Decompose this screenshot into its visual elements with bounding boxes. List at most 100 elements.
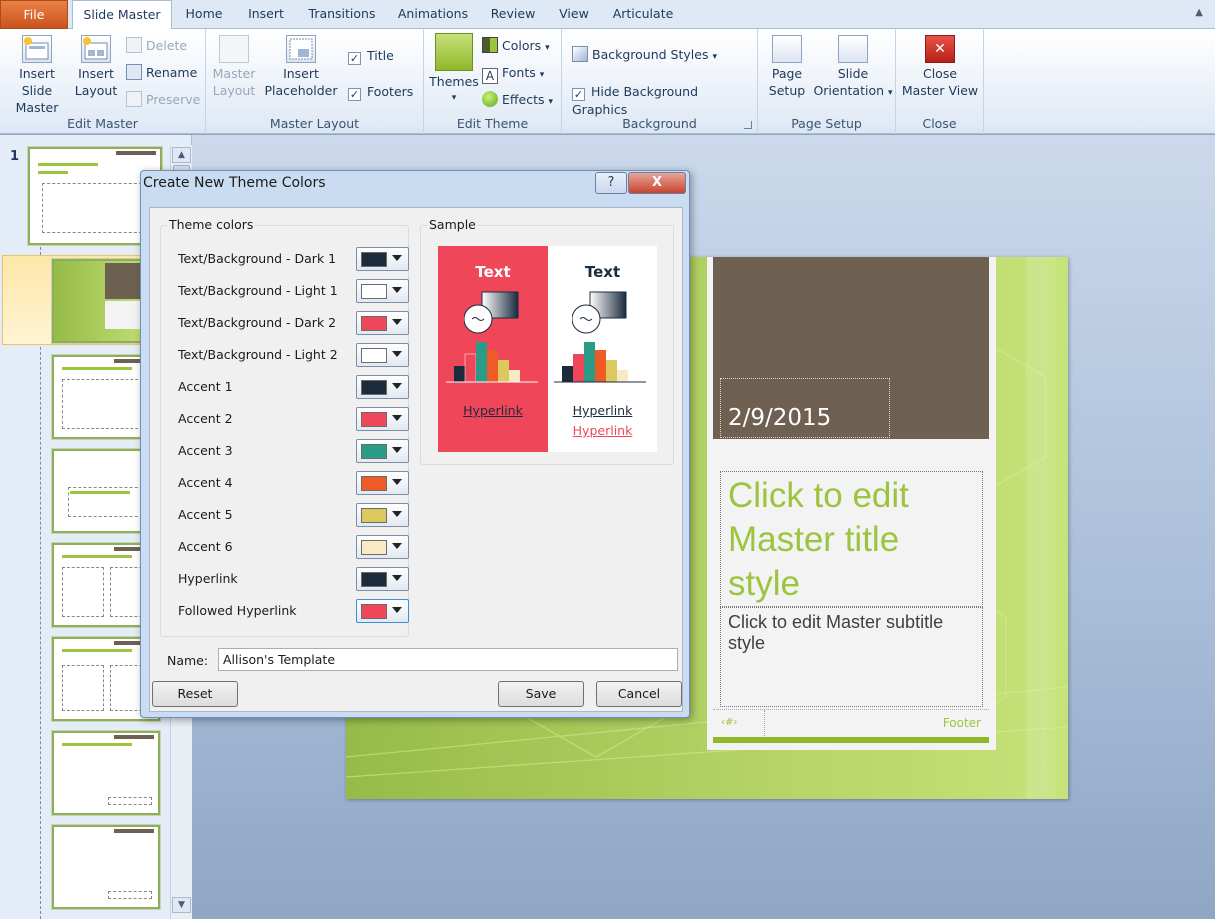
thumbnail-layout-7[interactable] [52,825,160,909]
color-row-label: Accent 4 [178,475,233,490]
colors-button[interactable]: Colors ▾ [482,37,550,57]
color-row: Text/Background - Light 2 [178,343,409,367]
insert-placeholder-label-1: Insert [283,66,319,81]
page-setup-label-2: Setup [768,83,806,98]
color-picker-button[interactable] [356,439,409,463]
close-master-view-button[interactable]: ✕ Close Master View [900,35,980,99]
dropdown-arrow-icon [392,543,402,549]
group-label-close: Close [922,116,957,131]
background-styles-icon [572,46,588,62]
close-master-view-icon: ✕ [925,35,955,63]
tab-view[interactable]: View [552,0,596,29]
color-picker-button[interactable] [356,535,409,559]
color-picker-button[interactable] [356,247,409,271]
group-label-master-layout: Master Layout [269,116,360,131]
color-row-label: Accent 2 [178,411,233,426]
color-row: Accent 1 [178,375,409,399]
close-label-1: Close [922,66,958,81]
sample-dark-panel: Text Hyperlink [438,246,548,452]
insert-placeholder-button[interactable]: Insert Placeholder [262,35,340,99]
color-picker-button[interactable] [356,311,409,335]
fonts-button[interactable]: A Fonts ▾ [482,64,544,84]
themes-label: Themes [429,74,479,89]
scroll-down-icon[interactable]: ▼ [172,897,191,913]
color-picker-button[interactable] [356,407,409,431]
tab-animations[interactable]: Animations [392,0,474,29]
rename-label: Rename [146,65,198,80]
delete-button[interactable]: Delete [126,37,187,54]
themes-button[interactable]: Themes ▾ [428,33,480,107]
page-number-placeholder[interactable]: ‹#› [713,710,765,738]
hide-background-graphics-checkbox[interactable]: ✓ Hide Background Graphics [572,83,757,118]
cancel-button[interactable]: Cancel [596,681,682,707]
title-checkbox[interactable]: ✓ Title [348,47,394,65]
color-picker-button[interactable] [356,503,409,527]
insert-placeholder-icon [286,35,316,63]
preserve-button[interactable]: Preserve [126,91,200,108]
background-styles-button[interactable]: Background Styles ▾ [572,46,717,66]
ribbon: Insert Slide Master Insert Layout Delete… [0,29,1215,134]
rename-button[interactable]: Rename [126,64,197,81]
minimize-ribbon-icon[interactable]: ▲ [1195,7,1203,18]
color-row: Text/Background - Light 1 [178,279,409,303]
name-input[interactable] [218,648,678,671]
group-label-background: Background [622,116,697,131]
footer-placeholder[interactable]: Footer [943,716,981,730]
hide-bg-check-icon: ✓ [572,88,585,101]
dropdown-arrow-icon [392,415,402,421]
color-row: Accent 4 [178,471,409,495]
color-picker-button[interactable] [356,375,409,399]
thumb-line [38,163,98,166]
slide-number: 1 [10,149,20,164]
thumb-box [108,797,152,805]
help-button[interactable]: ? [595,172,627,194]
theme-colors-group: Theme colors Text/Background - Dark 1 Tex… [160,217,409,637]
tab-articulate[interactable]: Articulate [606,0,680,29]
tab-slide-master[interactable]: Slide Master [72,0,172,30]
dialog-title: Create New Theme Colors [143,175,326,191]
dialog-launcher-icon[interactable] [744,121,752,129]
insert-layout-button[interactable]: Insert Layout [74,35,118,99]
color-row-label: Accent 5 [178,507,233,522]
color-picker-button[interactable] [356,471,409,495]
dialog-close-button[interactable]: X [628,172,686,194]
color-picker-button[interactable] [356,343,409,367]
reset-button[interactable]: Reset [152,681,238,707]
thumbnail-layout-6[interactable] [52,731,160,815]
tab-file[interactable]: File [0,0,68,29]
slide-orientation-button[interactable]: Slide Orientation ▾ [812,35,894,102]
sample-label: Sample [427,217,478,232]
page-setup-button[interactable]: Page Setup [764,35,810,99]
title-line-3: style [728,564,800,603]
group-label-edit-theme: Edit Theme [456,116,529,131]
effects-button[interactable]: Effects ▾ [482,91,553,111]
tab-home[interactable]: Home [178,0,230,29]
title-placeholder[interactable]: Click to edit Master title style [720,471,983,607]
master-layout-label-2: Layout [212,83,256,98]
color-picker-button[interactable] [356,567,409,591]
scroll-up-icon[interactable]: ▲ [172,147,191,163]
group-master-layout: Master Layout Insert Placeholder ✓ Title … [206,29,424,134]
page-setup-icon [772,35,802,63]
fonts-icon: A [482,68,498,84]
effects-label: Effects [502,92,545,107]
color-swatch [361,476,387,491]
page-setup-label-1: Page [771,66,803,81]
sample-bars-light-icon [554,342,646,383]
subtitle-placeholder[interactable]: Click to edit Master subtitle style [720,607,983,707]
color-swatch [361,604,387,619]
insert-slide-master-button[interactable]: Insert Slide Master [2,35,72,116]
footers-checkbox[interactable]: ✓ Footers [348,83,413,101]
color-picker-button[interactable] [356,599,409,623]
sample-text-dark: Text [475,263,511,281]
tab-review[interactable]: Review [484,0,542,29]
tab-transitions[interactable]: Transitions [302,0,382,29]
color-row-label: Text/Background - Light 1 [178,283,338,298]
date-placeholder[interactable]: 2/9/2015 [720,378,890,438]
tab-insert[interactable]: Insert [240,0,292,29]
master-layout-button[interactable]: Master Layout [212,35,256,99]
color-row-label: Hyperlink [178,571,238,586]
color-swatch [361,572,387,587]
color-picker-button[interactable] [356,279,409,303]
save-button[interactable]: Save [498,681,584,707]
